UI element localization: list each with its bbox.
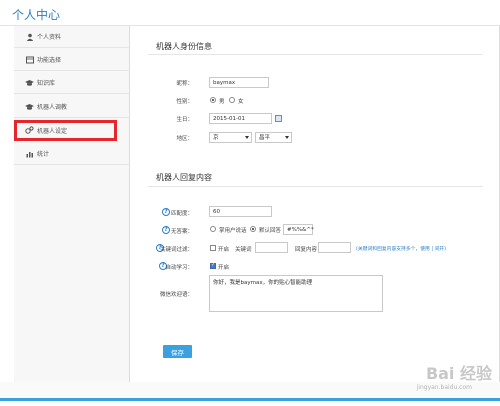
sidebar-item-label: 个人资料 <box>37 34 62 41</box>
gender-male-label: 男 <box>219 99 225 105</box>
birthday-label: 生日： <box>176 117 193 123</box>
city-value: 昌平 <box>259 135 271 141</box>
welcome-label: 微信欢迎语： <box>159 292 193 298</box>
match-input[interactable]: 60 <box>209 206 272 217</box>
sidebar-item-robot-settings[interactable]: 机器人设定 <box>14 120 117 141</box>
page-header: 个人中心 <box>0 0 500 26</box>
divider <box>148 186 483 187</box>
keyword-filter-checkbox[interactable] <box>210 245 216 251</box>
sidebar-item-label: 机器人调教 <box>37 104 68 111</box>
reply-content-input[interactable] <box>318 242 351 253</box>
sidebar-item-features[interactable]: 功能选择 <box>14 49 130 71</box>
keyword-filter-label: 关键词过滤： <box>159 247 193 253</box>
keyword-hint-link[interactable]: (关键词和回复内容支持多个，使用 | 间开) <box>356 245 446 252</box>
chevron-down-icon <box>285 136 289 139</box>
keyword-label: 关键词 <box>235 247 252 253</box>
user-icon <box>25 32 34 41</box>
auto-learn-label: 自动学习： <box>165 265 193 271</box>
birthday-input[interactable]: 2015-01-01 <box>209 113 272 124</box>
sidebar-item-label: 知识库 <box>37 80 56 87</box>
region-label: 地区： <box>176 136 193 142</box>
no-answer-option2-radio[interactable] <box>250 226 256 232</box>
auto-learn-checkbox[interactable] <box>210 262 216 269</box>
sidebar: 个人资料 功能选择 知识库 机器人调教 机器人设定 统计 <box>14 26 130 382</box>
footer-accent-line <box>0 398 500 401</box>
reply-section-title: 机器人回复内容 <box>156 173 212 182</box>
graduation-cap-icon <box>25 78 34 87</box>
sidebar-item-knowledge[interactable]: 知识库 <box>14 72 130 94</box>
gender-female-label: 女 <box>238 99 244 105</box>
keyword-input[interactable] <box>255 242 288 253</box>
province-value: 京 <box>213 135 219 141</box>
gender-male-radio[interactable] <box>210 97 216 103</box>
gender-female-radio[interactable] <box>229 97 235 103</box>
sidebar-item-label: 功能选择 <box>37 57 62 64</box>
nickname-label: 昵称： <box>176 81 193 87</box>
chevron-down-icon <box>245 136 249 139</box>
watermark-url: jingyan.baidu.com <box>416 384 472 391</box>
match-label: 匹配度： <box>170 211 193 217</box>
no-answer-option2-label: 默认回答 <box>259 228 282 234</box>
gears-icon <box>25 126 34 135</box>
sidebar-item-label: 机器人设定 <box>37 127 68 135</box>
welcome-textarea[interactable]: 你好，我是baymax，你的贴心智能助理 <box>209 275 383 312</box>
save-button[interactable]: 保存 <box>163 345 192 358</box>
identity-section-title: 机器人身份信息 <box>156 42 212 51</box>
main-panel: 机器人身份信息 昵称： baymax 性别： 男 女 生日： 2015-01-0… <box>131 26 499 382</box>
page-title: 个人中心 <box>12 8 61 22</box>
graduation-cap-icon <box>25 102 34 111</box>
sidebar-item-profile[interactable]: 个人资料 <box>14 26 130 48</box>
sidebar-item-training[interactable]: 机器人调教 <box>14 96 130 118</box>
sidebar-item-stats[interactable]: 统计 <box>14 143 130 165</box>
reply-content-label: 回复内容 <box>295 247 318 253</box>
divider <box>148 54 483 55</box>
nickname-input[interactable]: baymax <box>209 77 269 88</box>
gender-label: 性别： <box>176 99 193 105</box>
no-answer-option1-radio[interactable] <box>210 226 216 232</box>
no-answer-option1-label: 掌用户说话 <box>219 228 247 234</box>
auto-learn-open-label: 开启 <box>218 265 230 271</box>
calendar-icon[interactable] <box>275 115 282 122</box>
watermark: Bai 经验 <box>425 364 492 383</box>
sidebar-item-label: 统计 <box>37 151 50 158</box>
no-answer-default-input[interactable]: #%%&^* <box>283 224 314 235</box>
no-answer-label: 无答案： <box>170 229 193 235</box>
city-select[interactable]: 昌平 <box>255 132 292 143</box>
province-select[interactable]: 京 <box>209 132 252 143</box>
bar-chart-icon <box>25 149 34 158</box>
grid-icon <box>25 55 34 64</box>
keyword-filter-open-label: 开启 <box>218 247 230 253</box>
